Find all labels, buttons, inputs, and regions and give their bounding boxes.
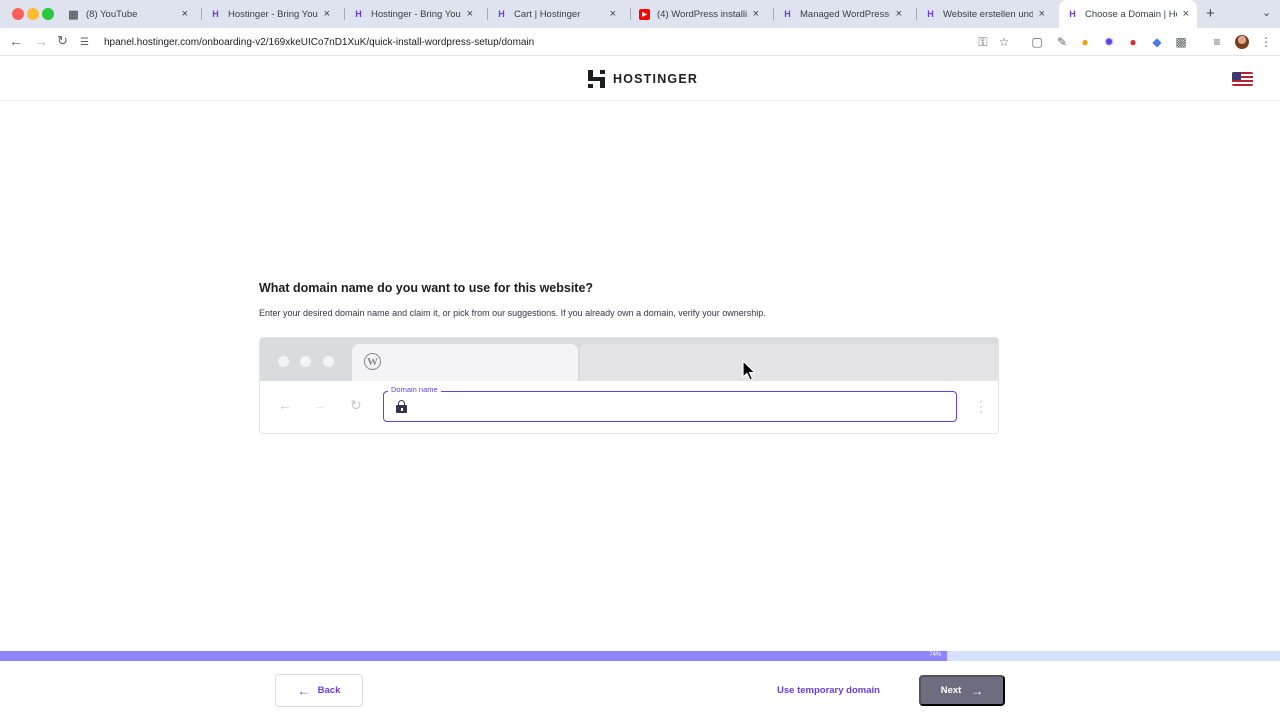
more-menu-icon[interactable]: ⋮ [1259, 35, 1273, 49]
screenshot-icon[interactable]: ▢ [1030, 35, 1044, 49]
arrow-left-icon: ← [297, 683, 310, 698]
reading-list-icon[interactable]: ≡ [1210, 35, 1224, 49]
minimize-window-button[interactable] [27, 8, 39, 20]
next-button[interactable]: Next → [919, 675, 1005, 706]
wordpress-icon: W [364, 353, 381, 370]
close-icon[interactable]: × [1183, 8, 1189, 20]
browser-tab[interactable]: H Hostinger - Bring Your Ide × [345, 0, 481, 28]
browser-tab[interactable]: H Cart | Hostinger × [488, 0, 624, 28]
url-text: hpanel.hostinger.com/onboarding-v2/169xk… [104, 36, 535, 48]
close-icon[interactable]: × [753, 8, 759, 20]
forward-arrow-icon[interactable]: → [34, 33, 48, 49]
bookmark-star-icon[interactable]: ☆ [997, 35, 1011, 49]
mockup-reload-icon: ↻ [350, 397, 362, 413]
use-temporary-domain-link[interactable]: Use temporary domain [777, 685, 880, 696]
key-icon[interactable]: ⚿ [976, 35, 990, 49]
youtube-icon: ▦ [68, 8, 79, 21]
extension-icon[interactable]: ● [1078, 35, 1092, 49]
browser-tab[interactable]: ▶ (4) WordPress installieren × [631, 0, 767, 28]
back-button[interactable]: ← Back [275, 674, 363, 707]
mockup-dot [323, 356, 334, 367]
browser-tab-active[interactable]: H Choose a Domain | Hosti × [1059, 0, 1197, 28]
tab-title: Hostinger - Bring Your Ide [371, 8, 461, 20]
close-icon[interactable]: × [467, 8, 473, 20]
next-button-label: Next [940, 685, 962, 696]
hostinger-icon: H [498, 9, 505, 19]
tab-title: (8) YouTube [86, 8, 138, 20]
mockup-tab-background [580, 344, 998, 381]
tab-title: Managed WordPress-Hos [800, 8, 890, 20]
progress-fill [0, 651, 948, 661]
browser-tab[interactable]: H Website erstellen und in × [917, 0, 1053, 28]
progress-label: 74% [929, 652, 942, 658]
close-icon[interactable]: × [182, 8, 188, 20]
extension-tag-icon[interactable]: ◆ [1150, 35, 1164, 49]
youtube-icon: ▶ [639, 8, 650, 20]
tab-title: Cart | Hostinger [514, 8, 581, 20]
new-tab-icon[interactable]: + [1206, 5, 1215, 22]
back-arrow-icon[interactable]: ← [9, 33, 23, 49]
hostinger-icon: H [1069, 9, 1076, 19]
puzzle-icon[interactable]: ▩ [1174, 35, 1188, 49]
domain-name-label: Domain name [388, 385, 441, 394]
tab-title: Hostinger - Bring Your Ide [228, 8, 318, 20]
tab-title: Website erstellen und in [943, 8, 1033, 20]
tab-title: Choose a Domain | Hosti [1085, 8, 1177, 20]
close-icon[interactable]: × [610, 8, 616, 20]
close-icon[interactable]: × [324, 8, 330, 20]
browser-tab[interactable]: ▦ (8) YouTube × [60, 0, 196, 28]
hostinger-logo-icon [588, 70, 605, 88]
domain-name-field[interactable] [383, 391, 957, 422]
extension-gear-icon[interactable]: ✹ [1102, 35, 1116, 49]
browser-toolbar: ← → ↻ ☰ hpanel.hostinger.com/onboarding-… [0, 28, 1280, 56]
chevron-down-icon[interactable]: ⌄ [1262, 6, 1271, 19]
browser-tab[interactable]: H Managed WordPress-Hos × [774, 0, 910, 28]
lock-icon [396, 400, 407, 413]
mockup-more-icon: ⋮ [974, 398, 988, 414]
maximize-window-button[interactable] [42, 8, 54, 20]
logo-text: HOSTINGER [613, 72, 699, 86]
back-button-label: Back [317, 685, 341, 696]
close-window-button[interactable] [12, 8, 24, 20]
reload-icon[interactable]: ↻ [57, 33, 68, 49]
extension-badge-icon[interactable]: ● [1126, 35, 1140, 49]
address-bar[interactable]: ☰ hpanel.hostinger.com/onboarding-v2/169… [80, 31, 1020, 53]
progress-bar: 74% [0, 651, 1280, 661]
page-title: What domain name do you want to use for … [259, 281, 594, 295]
mockup-dot [278, 356, 289, 367]
hostinger-logo[interactable]: HOSTINGER [588, 70, 698, 88]
arrow-right-icon: → [971, 683, 984, 698]
close-icon[interactable]: × [1039, 8, 1045, 20]
us-flag-icon[interactable] [1232, 72, 1253, 86]
mockup-dot [300, 356, 311, 367]
pen-icon[interactable]: ✎ [1055, 35, 1069, 49]
close-icon[interactable]: × [896, 8, 902, 20]
mockup-tab-strip: W [260, 338, 998, 381]
domain-name-input[interactable] [415, 400, 956, 413]
profile-avatar[interactable] [1235, 35, 1249, 49]
site-settings-icon[interactable]: ☰ [80, 37, 92, 48]
hostinger-icon: H [212, 9, 219, 19]
site-header: HOSTINGER [0, 57, 1280, 101]
hostinger-icon: H [784, 9, 791, 19]
browser-tab-bar: ▦ (8) YouTube × H Hostinger - Bring Your… [0, 0, 1280, 28]
browser-tab[interactable]: H Hostinger - Bring Your Ide × [202, 0, 338, 28]
hostinger-icon: H [927, 9, 934, 19]
hostinger-icon: H [355, 9, 362, 19]
mouse-cursor-icon [742, 360, 756, 381]
page-description: Enter your desired domain name and claim… [259, 308, 766, 318]
mockup-forward-icon: → [313, 397, 327, 413]
mockup-back-icon: ← [278, 397, 292, 413]
mockup-tab: W [352, 344, 578, 381]
tab-title: (4) WordPress installieren [657, 8, 747, 20]
